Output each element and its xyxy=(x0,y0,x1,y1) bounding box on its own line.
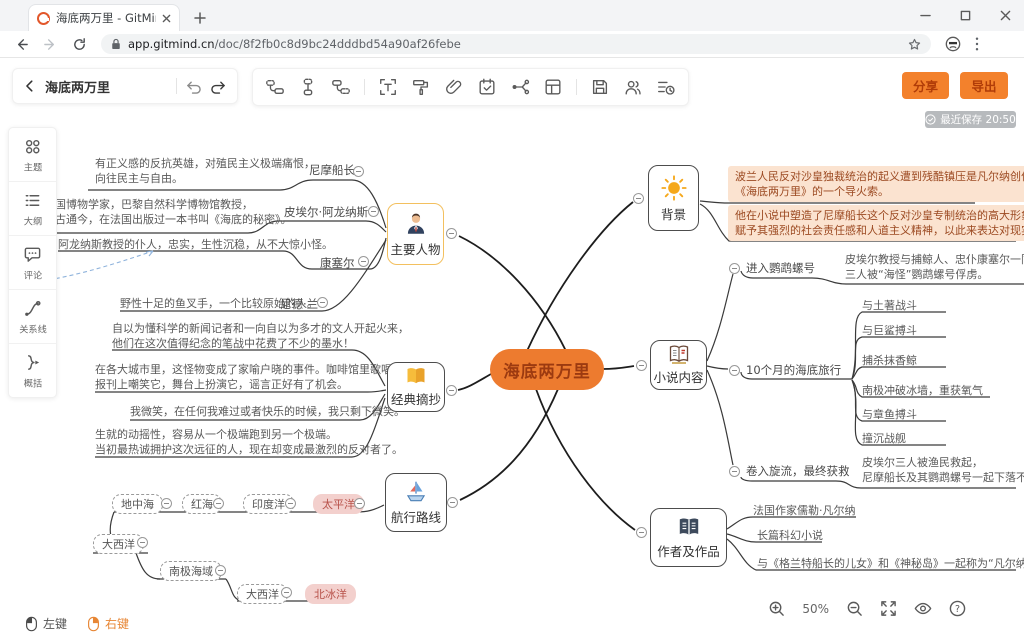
zoom-in-icon[interactable] xyxy=(768,600,785,617)
comment-icon xyxy=(23,245,42,264)
plot-event[interactable]: 与土著战斗 xyxy=(862,297,917,313)
dark-book-icon xyxy=(676,516,702,539)
fit-screen-icon[interactable] xyxy=(880,600,897,617)
presentation-eye-icon[interactable] xyxy=(914,601,932,616)
left-mouse-hint: 左键 xyxy=(25,615,67,632)
collapse-button[interactable] xyxy=(353,166,364,177)
topic-plot[interactable]: 小说内容 xyxy=(650,340,707,390)
sidebar-item-theme[interactable]: 主题 xyxy=(9,128,56,181)
plot-event[interactable]: 南极冲破冰墙，重获氧气 xyxy=(862,382,983,398)
topic-route[interactable]: 航行路线 xyxy=(385,473,447,532)
collapse-button[interactable] xyxy=(633,193,644,204)
character-node[interactable]: 尼德·兰 xyxy=(280,296,318,312)
businessman-icon xyxy=(403,211,429,237)
outline-icon xyxy=(23,191,42,210)
sidebar-item-comments[interactable]: 评论 xyxy=(9,235,56,289)
background-note[interactable]: 他在小说中塑造了尼摩船长这个反对沙皇专制统治的高大形象， 赋予其强烈的社会责任感… xyxy=(728,205,1024,241)
sidebar-item-outline[interactable]: 大纲 xyxy=(9,181,56,235)
collapse-button[interactable] xyxy=(285,498,296,509)
plot-node[interactable]: 卷入旋流，最终获救 xyxy=(746,463,850,479)
topic-main-characters[interactable]: 主要人物 xyxy=(387,203,444,265)
plot-event[interactable]: 撞沉战舰 xyxy=(862,430,906,446)
plot-event[interactable]: 与章鱼搏斗 xyxy=(862,406,917,422)
topic-excerpts[interactable]: 经典摘抄 xyxy=(387,362,445,412)
route-stop[interactable]: 南极海域 xyxy=(160,561,222,581)
excerpt-note[interactable]: 生就的动摇性，容易从一个极端跑到另一个极端。 当初最热诚拥护这次远征的人，现在却… xyxy=(95,427,403,457)
collapse-button[interactable] xyxy=(161,498,172,509)
sidebar-item-relation-line[interactable]: 关系线 xyxy=(9,289,56,343)
collapse-button[interactable] xyxy=(213,498,224,509)
gitmind-app-window: 海底两万里 - GitMind xyxy=(0,0,1024,643)
excerpt-note[interactable]: 我微笑，在任何我难过或者快乐的时候，我只剩下微笑。 xyxy=(130,404,405,419)
svg-text:?: ? xyxy=(955,604,960,615)
author-item[interactable]: 长篇科幻小说 xyxy=(757,527,823,543)
right-mouse-hint: 右键 xyxy=(87,615,129,632)
sailboat-icon xyxy=(403,479,429,505)
summary-brace-icon xyxy=(23,353,42,372)
plot-event[interactable]: 与巨鲨搏斗 xyxy=(862,322,917,338)
character-note[interactable]: 法国博物学家，巴黎自然科学博物馆教授， 博古通今，在法国出版过一本书叫《海底的秘… xyxy=(44,197,292,227)
zoom-controls: 50% ? xyxy=(768,600,966,617)
collapse-button[interactable] xyxy=(368,206,379,217)
topic-background[interactable]: 背景 xyxy=(648,165,699,231)
plot-note[interactable]: 皮埃尔教授与捕鲸人、忠仆康塞尔一同追踪神秘 三人被“海怪”鹦鹉螺号俘虏。 xyxy=(845,252,1024,282)
open-book-icon xyxy=(404,366,428,387)
excerpt-note[interactable]: 在各大城市里，这怪物变成了家喻户晓的事件。咖啡馆里歌唱它， 报刊上嘲笑它，舞台上… xyxy=(95,362,414,392)
collapse-button[interactable] xyxy=(137,537,148,548)
route-stop[interactable]: 地中海 xyxy=(112,494,163,514)
collapse-button[interactable] xyxy=(354,498,365,509)
route-stop[interactable]: 北冰洋 xyxy=(305,584,356,604)
collapse-button[interactable] xyxy=(215,565,226,576)
novel-book-icon xyxy=(667,344,691,365)
canvas-sidebar: 主题 大纲 评论 关系线 概括 xyxy=(8,127,57,398)
help-icon[interactable]: ? xyxy=(949,600,966,617)
left-mouse-icon xyxy=(25,616,38,632)
zoom-out-icon[interactable] xyxy=(846,600,863,617)
relation-curve-icon xyxy=(23,299,42,318)
author-item[interactable]: 法国作家儒勒·凡尔纳 xyxy=(753,502,856,518)
excerpt-note[interactable]: 自以为懂科学的新闻记者和一向自以为多才的文人开起火来， 他们在这次值得纪念的笔战… xyxy=(112,321,409,351)
plot-node[interactable]: 10个月的海底旅行 xyxy=(746,362,841,378)
collapse-button[interactable] xyxy=(729,263,740,274)
collapse-button[interactable] xyxy=(317,297,328,308)
theme-icon xyxy=(23,137,42,156)
collapse-button[interactable] xyxy=(729,466,740,477)
collapse-button[interactable] xyxy=(636,527,647,538)
plot-note[interactable]: 皮埃尔三人被渔民救起， 尼摩船长及其鹦鹉螺号一起下落不明。 xyxy=(862,455,1024,485)
collapse-button[interactable] xyxy=(281,587,292,598)
zoom-level[interactable]: 50% xyxy=(802,602,829,616)
collapse-button[interactable] xyxy=(446,385,457,396)
character-node[interactable]: 皮埃尔·阿龙纳斯 xyxy=(284,204,368,220)
character-node[interactable]: 尼摩船长 xyxy=(309,162,355,178)
topic-author[interactable]: 作者及作品 xyxy=(650,508,727,567)
character-node[interactable]: 康塞尔 xyxy=(320,255,355,271)
collapse-button[interactable] xyxy=(447,497,458,508)
sun-icon xyxy=(660,174,688,202)
collapse-button[interactable] xyxy=(358,256,369,267)
plot-event[interactable]: 捕杀抹香鲸 xyxy=(862,352,917,368)
central-topic-node[interactable]: 海底两万里 xyxy=(490,349,604,390)
collapse-button[interactable] xyxy=(729,365,740,376)
plot-node[interactable]: 进入鹦鹉螺号 xyxy=(746,260,815,276)
collapse-button[interactable] xyxy=(446,228,457,239)
character-note[interactable]: 有正义感的反抗英雄，对殖民主义极端痛恨， 向往民主与自由。 xyxy=(95,156,315,186)
collapse-button[interactable] xyxy=(636,360,647,371)
character-note[interactable]: 阿龙纳斯教授的仆人，忠实，生性沉稳，从不大惊小怪。 xyxy=(58,237,333,252)
author-item[interactable]: 与《格兰特船长的儿女》和《神秘岛》一起称为“凡尔纳三部曲” xyxy=(757,555,1024,571)
sidebar-item-summary[interactable]: 概括 xyxy=(9,343,56,397)
background-note[interactable]: 波兰人民反对沙皇独裁统治的起义遭到残酷镇压是凡尔纳创作 《海底两万里》的一个导火… xyxy=(728,166,1024,202)
right-mouse-icon xyxy=(87,616,100,632)
